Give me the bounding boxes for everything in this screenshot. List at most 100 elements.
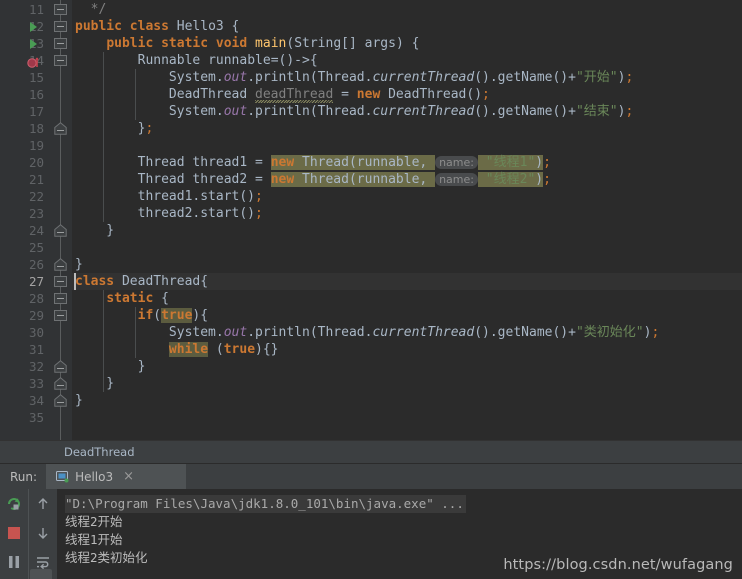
close-icon[interactable]: × (123, 470, 134, 483)
toolbar-more-handle[interactable] (30, 569, 52, 579)
code-line[interactable]: System.out.println(Thread.currentThread(… (75, 324, 659, 341)
line-number[interactable]: 28 (0, 290, 44, 307)
code-token: currentThread (372, 70, 475, 85)
arrow-up-icon[interactable] (34, 495, 52, 513)
fold-collapse-icon[interactable] (54, 293, 67, 304)
line-number[interactable]: 19 (0, 137, 44, 154)
line-number[interactable]: 30 (0, 324, 44, 341)
code-line[interactable]: if(true){ (75, 307, 208, 324)
code-token: . (215, 104, 224, 119)
line-number[interactable]: 11 (0, 1, 44, 18)
line-number[interactable]: 24 (0, 222, 44, 239)
code-line[interactable]: Thread thread1 = new Thread(runnable, na… (75, 154, 551, 171)
console-line-text: 线程2开始 (65, 514, 123, 529)
line-number[interactable]: 33 (0, 375, 44, 392)
line-number[interactable]: 32 (0, 358, 44, 375)
breadcrumb[interactable]: DeadThread (0, 440, 742, 463)
code-line[interactable]: public static void main(String[] args) { (75, 35, 419, 52)
code-line[interactable]: Runnable runnable=()->{ (75, 52, 318, 69)
rerun-icon[interactable] (5, 495, 23, 513)
line-number[interactable]: 21 (0, 171, 44, 188)
code-line[interactable]: thread1.start(); (75, 188, 263, 205)
line-number[interactable]: 16 (0, 86, 44, 103)
code-token: thread2 = (184, 172, 271, 187)
code-token: System (168, 104, 216, 119)
code-line[interactable]: while (true){} (75, 341, 279, 358)
code-token: thread2.start() (75, 206, 256, 221)
run-tab-hello3[interactable]: Hello3 × (46, 464, 187, 489)
code-line[interactable]: public class Hello3 { (75, 18, 239, 35)
code-line[interactable]: class DeadThread{ (75, 273, 208, 290)
fold-end-icon[interactable] (54, 359, 67, 373)
code-token: DeadThread (388, 87, 467, 102)
code-token: ; (651, 325, 660, 340)
code-token: "线程1" (485, 155, 536, 170)
code-line[interactable]: System.out.println(Thread.currentThread(… (75, 69, 633, 86)
code-line[interactable]: } (75, 222, 114, 239)
fold-collapse-icon[interactable] (54, 4, 67, 15)
line-number[interactable]: 25 (0, 239, 44, 256)
run-arrow-icon[interactable] (30, 39, 37, 49)
code-line[interactable]: Thread thread2 = new Thread(runnable, na… (75, 171, 551, 188)
run-tool-window-header: Run: Hello3 × (0, 463, 742, 489)
line-number[interactable]: 23 (0, 205, 44, 222)
line-number[interactable]: 31 (0, 341, 44, 358)
code-line[interactable]: static { (75, 290, 169, 307)
fold-end-icon[interactable] (54, 223, 67, 237)
code-token: static (161, 36, 209, 51)
line-number[interactable]: 15 (0, 69, 44, 86)
code-line[interactable]: } (75, 392, 83, 409)
line-number[interactable]: 34 (0, 392, 44, 409)
fold-collapse-icon[interactable] (54, 276, 67, 287)
line-number[interactable]: 35 (0, 409, 44, 426)
line-number[interactable]: 29 (0, 307, 44, 324)
code-line[interactable]: }; (75, 120, 154, 137)
line-number[interactable]: 26 (0, 256, 44, 273)
pause-icon[interactable] (5, 553, 23, 571)
breadcrumb-item-deadthread[interactable]: DeadThread (64, 445, 135, 459)
fold-collapse-icon[interactable] (54, 21, 67, 32)
lambda-marker-icon[interactable] (27, 54, 41, 68)
run-toolbar-left (0, 489, 28, 579)
code-line[interactable]: DeadThread deadThread = new DeadThread()… (75, 86, 490, 103)
line-number[interactable]: 22 (0, 188, 44, 205)
fold-end-icon[interactable] (54, 393, 67, 407)
code-token: main (255, 36, 287, 51)
line-number[interactable]: 17 (0, 103, 44, 120)
code-token: "线程2" (485, 172, 536, 187)
code-editor[interactable]: 1112131415161718192021222324252627282930… (0, 0, 742, 440)
arrow-down-icon[interactable] (34, 524, 52, 542)
code-token: out (223, 70, 248, 85)
line-number[interactable]: 13 (0, 35, 44, 52)
line-number[interactable]: 20 (0, 154, 44, 171)
fold-collapse-icon[interactable] (54, 38, 67, 49)
code-line[interactable]: } (75, 256, 83, 273)
fold-end-icon[interactable] (54, 257, 67, 271)
code-token: ) (535, 172, 544, 187)
code-text-area[interactable]: */public class Hello3 { public static vo… (72, 0, 742, 440)
code-line[interactable]: thread2.start(); (75, 205, 263, 222)
code-token: new (270, 155, 295, 170)
line-number[interactable]: 18 (0, 120, 44, 137)
code-folding-column[interactable] (50, 0, 72, 440)
code-line[interactable]: } (75, 358, 146, 375)
code-line[interactable]: */ (75, 1, 107, 18)
code-token: static (106, 291, 154, 306)
fold-collapse-icon[interactable] (54, 310, 67, 321)
code-line[interactable]: } (75, 375, 114, 392)
run-arrow-icon[interactable] (30, 22, 37, 32)
editor-gutter[interactable]: 1112131415161718192021222324252627282930… (0, 0, 50, 440)
fold-collapse-icon[interactable] (54, 55, 67, 66)
line-number[interactable]: 27 (0, 273, 44, 290)
stop-icon[interactable] (5, 524, 23, 542)
fold-end-icon[interactable] (54, 376, 67, 390)
line-number[interactable]: 12 (0, 18, 44, 35)
code-line[interactable]: System.out.println(Thread.currentThread(… (75, 103, 633, 120)
fold-end-icon[interactable] (54, 121, 67, 135)
code-token: ; (625, 70, 634, 85)
